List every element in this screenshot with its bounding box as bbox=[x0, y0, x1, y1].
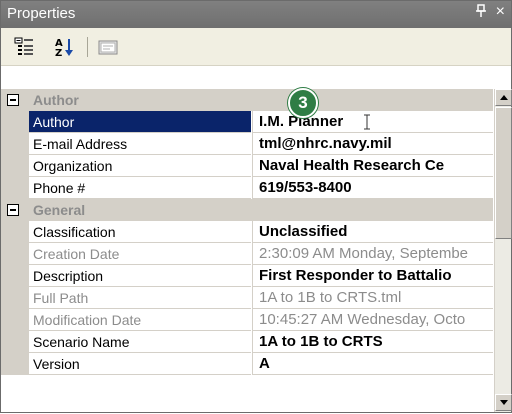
close-icon[interactable]: × bbox=[496, 3, 505, 21]
property-row-author[interactable]: Author I.M. Planner bbox=[1, 111, 493, 133]
property-grid: Author Author I.M. Planner E-mail Addres… bbox=[1, 89, 493, 414]
property-row-scenario-name[interactable]: Scenario Name 1A to 1B to CRTS bbox=[1, 331, 493, 353]
property-name[interactable]: Version bbox=[29, 353, 251, 375]
property-value[interactable]: A bbox=[252, 353, 493, 375]
property-row-description[interactable]: Description First Responder to Battalio bbox=[1, 265, 493, 287]
vertical-scrollbar[interactable] bbox=[494, 89, 512, 412]
category-label: Author bbox=[33, 92, 79, 108]
collapse-icon[interactable] bbox=[7, 204, 19, 216]
property-name[interactable]: Scenario Name bbox=[29, 331, 251, 353]
pin-icon[interactable] bbox=[475, 4, 487, 22]
property-name[interactable]: Creation Date bbox=[29, 243, 251, 265]
text-cursor-icon bbox=[362, 113, 372, 131]
property-name[interactable]: Modification Date bbox=[29, 309, 251, 331]
property-name[interactable]: Organization bbox=[29, 155, 251, 177]
toolbar-separator bbox=[87, 37, 88, 57]
property-row-classification[interactable]: Classification Unclassified bbox=[1, 221, 493, 243]
category-label: General bbox=[33, 202, 86, 218]
arrow-up-icon bbox=[500, 95, 508, 100]
svg-text:Z: Z bbox=[55, 48, 62, 58]
property-value-input[interactable]: I.M. Planner bbox=[252, 111, 493, 133]
category-author[interactable]: Author bbox=[1, 89, 493, 111]
property-name[interactable]: E-mail Address bbox=[29, 133, 251, 155]
property-value[interactable]: 10:45:27 AM Wednesday, Octo bbox=[252, 309, 493, 331]
property-name[interactable]: Classification bbox=[29, 221, 251, 243]
arrow-down-icon bbox=[500, 400, 508, 405]
property-name[interactable]: Author bbox=[29, 111, 251, 133]
property-value[interactable]: tml@nhrc.navy.mil bbox=[252, 133, 493, 155]
categorized-icon[interactable] bbox=[13, 36, 35, 58]
property-value[interactable]: Unclassified bbox=[252, 221, 493, 243]
property-pages-icon[interactable] bbox=[97, 36, 119, 58]
sort-alpha-icon[interactable]: A Z bbox=[53, 36, 75, 59]
window-title: Properties bbox=[7, 5, 76, 22]
property-value[interactable]: 619/553-8400 bbox=[252, 177, 493, 199]
toolbar: A Z bbox=[1, 28, 511, 66]
property-row-full-path[interactable]: Full Path 1A to 1B to CRTS.tml bbox=[1, 287, 493, 309]
properties-window: Properties × A Z Author Author I.M. Plan… bbox=[0, 0, 512, 413]
property-row-creation-date[interactable]: Creation Date 2:30:09 AM Monday, Septemb… bbox=[1, 243, 493, 265]
property-value[interactable]: 1A to 1B to CRTS bbox=[252, 331, 493, 353]
property-row-phone[interactable]: Phone # 619/553-8400 bbox=[1, 177, 493, 199]
property-name[interactable]: Description bbox=[29, 265, 251, 287]
property-name[interactable]: Phone # bbox=[29, 177, 251, 199]
scrollbar-thumb[interactable] bbox=[495, 107, 512, 239]
property-value[interactable]: First Responder to Battalio bbox=[252, 265, 493, 287]
step-badge: 3 bbox=[288, 88, 318, 118]
property-row-modification-date[interactable]: Modification Date 10:45:27 AM Wednesday,… bbox=[1, 309, 493, 331]
property-value[interactable]: 2:30:09 AM Monday, Septembe bbox=[252, 243, 493, 265]
property-value[interactable]: Naval Health Research Ce bbox=[252, 155, 493, 177]
collapse-icon[interactable] bbox=[7, 94, 19, 106]
property-row-version[interactable]: Version A bbox=[1, 353, 493, 375]
property-name[interactable]: Full Path bbox=[29, 287, 251, 309]
category-general[interactable]: General bbox=[1, 199, 493, 221]
title-bar: Properties × bbox=[1, 1, 511, 28]
property-value[interactable]: 1A to 1B to CRTS.tml bbox=[252, 287, 493, 309]
scroll-down-button[interactable] bbox=[495, 394, 512, 411]
property-row-organization[interactable]: Organization Naval Health Research Ce bbox=[1, 155, 493, 177]
property-row-email[interactable]: E-mail Address tml@nhrc.navy.mil bbox=[1, 133, 493, 155]
scroll-up-button[interactable] bbox=[495, 89, 512, 106]
